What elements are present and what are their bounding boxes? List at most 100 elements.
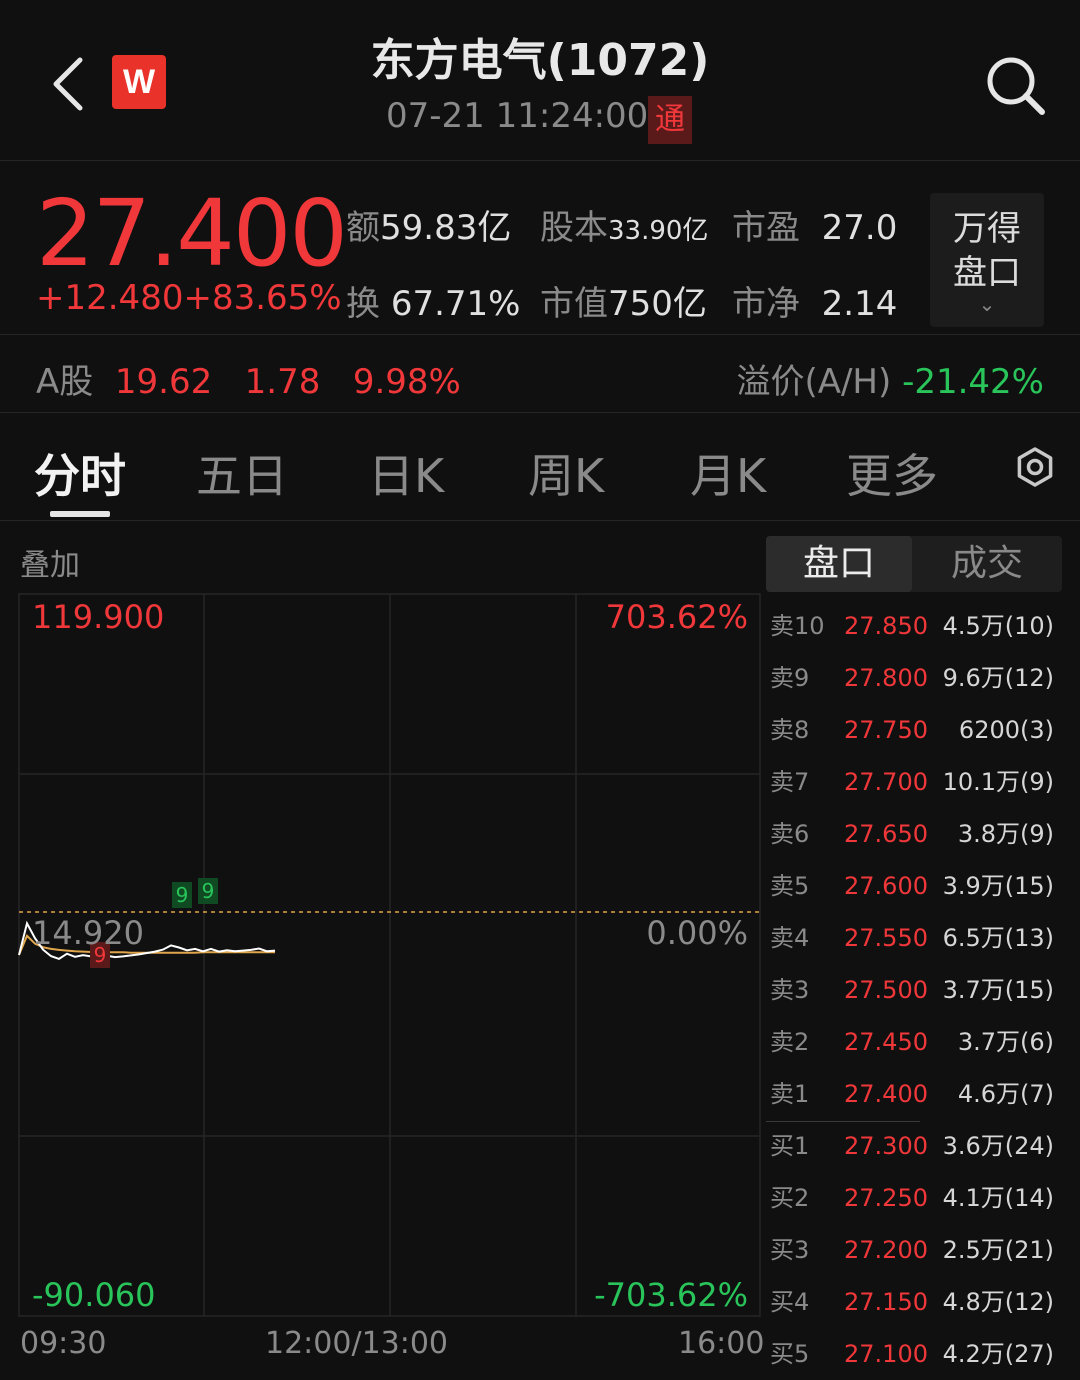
- level-price: 27.400: [844, 1080, 928, 1108]
- ask-row[interactable]: 卖6 27.650 3.8万(9): [766, 808, 1062, 860]
- level-label: 卖6: [770, 820, 810, 848]
- stat-turnover-rate: 换 67.71%: [346, 276, 520, 325]
- level-volume: 10.1万(9): [942, 768, 1054, 796]
- button-label-line1: 万得: [953, 209, 1021, 249]
- level-price: 27.650: [844, 820, 928, 848]
- level-label: 卖4: [770, 924, 810, 952]
- search-icon: [987, 57, 1045, 115]
- bid-row[interactable]: 买3 27.200 2.5万(21): [766, 1224, 1062, 1276]
- wind-pankou-button[interactable]: 万得 盘口 ⌄: [930, 193, 1044, 327]
- stat-turnover-amount: 额59.83亿: [346, 200, 511, 249]
- level-price: 27.500: [844, 976, 928, 1004]
- tab-orderbook[interactable]: 盘口: [766, 536, 912, 592]
- level-volume: 6200(3): [958, 716, 1054, 744]
- change-percent: +83.65%: [183, 278, 342, 318]
- level-volume: 3.6万(24): [942, 1132, 1054, 1160]
- ask-row[interactable]: 卖10 27.850 4.5万(10): [766, 600, 1062, 652]
- level-volume: 4.6万(7): [957, 1080, 1054, 1108]
- change-value: +12.480: [36, 278, 184, 318]
- tab-intraday[interactable]: 分时: [34, 440, 126, 506]
- ask-row[interactable]: 卖4 27.550 6.5万(13): [766, 912, 1062, 964]
- settings-icon: [1017, 447, 1053, 487]
- bid-row[interactable]: 买4 27.150 4.8万(12): [766, 1276, 1062, 1328]
- x-tick-close: 16:00: [678, 1326, 765, 1361]
- level-volume: 3.7万(6): [957, 1028, 1054, 1056]
- active-tab-indicator: [50, 511, 110, 517]
- level-label: 卖8: [770, 716, 810, 744]
- level-volume: 9.6万(12): [942, 664, 1054, 692]
- event-marker[interactable]: 9: [172, 882, 192, 908]
- x-tick-open: 09:30: [20, 1326, 107, 1361]
- y-axis-bottom-price: -90.060: [32, 1276, 156, 1314]
- level-volume: 2.5万(21): [942, 1236, 1054, 1264]
- intraday-chart[interactable]: 9 99: [0, 590, 762, 1320]
- level-label: 买5: [770, 1340, 810, 1368]
- x-tick-lunch: 12:00/13:00: [265, 1326, 449, 1361]
- stat-key: 额: [346, 208, 380, 248]
- ask-row[interactable]: 卖3 27.500 3.7万(15): [766, 964, 1062, 1016]
- ask-row[interactable]: 卖5 27.600 3.9万(15): [766, 860, 1062, 912]
- event-marker-label: 9: [202, 879, 215, 903]
- ashare-change-pct: 9.98%: [352, 362, 461, 402]
- divider: [0, 520, 1080, 521]
- tab-trades[interactable]: 成交: [914, 536, 1060, 592]
- ashare-quote[interactable]: A股 19.62 1.78 9.98%: [36, 354, 461, 403]
- stat-value: 67.71%: [390, 284, 521, 324]
- event-marker[interactable]: 9: [198, 878, 218, 904]
- tab-more[interactable]: 更多: [846, 440, 938, 506]
- stat-value: 750亿: [608, 284, 707, 324]
- level-price: 27.300: [844, 1132, 928, 1160]
- level-price: 27.150: [844, 1288, 928, 1316]
- level-volume: 3.9万(15): [942, 872, 1054, 900]
- level-label: 卖3: [770, 976, 810, 1004]
- ask-row[interactable]: 卖1 27.400 4.6万(7): [766, 1068, 1062, 1120]
- level-volume: 4.5万(10): [942, 612, 1054, 640]
- level-label: 买4: [770, 1288, 810, 1316]
- level-price: 27.800: [844, 664, 928, 692]
- level-price: 27.700: [844, 768, 928, 796]
- level-volume: 4.8万(12): [942, 1288, 1054, 1316]
- bid-ask-divider: [766, 1121, 920, 1122]
- level-label: 买2: [770, 1184, 810, 1212]
- overlay-button[interactable]: 叠加: [20, 540, 80, 584]
- divider: [0, 334, 1080, 335]
- level-volume: 4.2万(27): [942, 1340, 1054, 1368]
- ashare-change: 1.78: [244, 362, 321, 402]
- level-label: 买1: [770, 1132, 810, 1160]
- level-price: 27.250: [844, 1184, 928, 1212]
- level-volume: 6.5万(13): [942, 924, 1054, 952]
- tab-weekly-k[interactable]: 周K: [528, 440, 604, 506]
- stat-key: 股本: [540, 208, 608, 248]
- level-label: 卖10: [770, 612, 825, 640]
- tab-monthly-k[interactable]: 月K: [690, 440, 766, 506]
- stat-value: 33.90亿: [608, 216, 709, 246]
- level-label: 卖1: [770, 1080, 810, 1108]
- stat-value: 2.14: [821, 284, 898, 324]
- level-label: 卖7: [770, 768, 810, 796]
- ask-row[interactable]: 卖7 27.700 10.1万(9): [766, 756, 1062, 808]
- ask-row[interactable]: 卖2 27.450 3.7万(6): [766, 1016, 1062, 1068]
- level-price: 27.750: [844, 716, 928, 744]
- level-volume: 3.8万(9): [957, 820, 1054, 848]
- y-axis-bottom-pct: -703.62%: [594, 1276, 748, 1314]
- level-label: 卖2: [770, 1028, 810, 1056]
- ask-row[interactable]: 卖8 27.750 6200(3): [766, 704, 1062, 756]
- bid-row[interactable]: 买2 27.250 4.1万(14): [766, 1172, 1062, 1224]
- settings-button[interactable]: [1014, 446, 1056, 488]
- divider: [0, 160, 1080, 161]
- tab-daily-k[interactable]: 日K: [368, 440, 444, 506]
- level-price: 27.850: [844, 612, 928, 640]
- search-button[interactable]: [980, 50, 1050, 120]
- premium-label: 溢价(A/H): [736, 362, 892, 402]
- bid-row[interactable]: 买1 27.300 3.6万(24): [766, 1120, 1062, 1172]
- ashare-label: A股: [36, 362, 94, 402]
- bid-row[interactable]: 买5 27.100 4.2万(27): [766, 1328, 1062, 1380]
- y-axis-mid-pct: 0.00%: [646, 914, 748, 952]
- tab-five-day[interactable]: 五日: [196, 440, 288, 506]
- stat-market-cap: 市值750亿: [540, 276, 707, 325]
- divider: [0, 412, 1080, 413]
- level-label: 卖9: [770, 664, 810, 692]
- ask-row[interactable]: 卖9 27.800 9.6万(12): [766, 652, 1062, 704]
- stat-pb: 市净 2.14: [732, 276, 897, 325]
- stat-key: 市值: [540, 284, 608, 324]
